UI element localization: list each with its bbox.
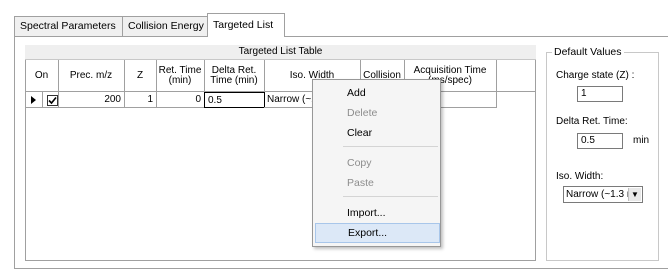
delta-ret-time-cell[interactable]: 0.5: [204, 92, 265, 108]
row-header[interactable]: [25, 92, 43, 108]
row-pointer-icon: [31, 96, 36, 104]
menu-item-paste[interactable]: Paste: [315, 173, 440, 193]
chevron-down-icon[interactable]: ▼: [628, 188, 641, 201]
menu-separator: [343, 196, 438, 197]
table-title: Targeted List Table: [25, 45, 536, 60]
menu-item-copy[interactable]: Copy: [315, 153, 440, 173]
column-divider[interactable]: [496, 60, 497, 91]
on-checkbox[interactable]: [47, 95, 58, 106]
column-header-delta-ret-time[interactable]: Delta Ret. Time (min): [204, 60, 264, 91]
menu-item-import[interactable]: Import...: [315, 203, 440, 223]
iso-width-label: Iso. Width:: [556, 171, 604, 182]
default-values-title: Default Values: [552, 45, 624, 59]
delta-ret-time-label: Delta Ret. Time:: [556, 116, 628, 127]
charge-state-input[interactable]: 1: [577, 86, 623, 102]
checkmark-icon: [48, 96, 57, 105]
column-header-prec-mz[interactable]: Prec. m/z: [58, 60, 124, 91]
column-header-z[interactable]: Z: [124, 60, 156, 91]
iso-width-dropdown[interactable]: Narrow (~1.3 m ▼: [563, 186, 643, 203]
prec-mz-cell[interactable]: 200: [58, 92, 125, 108]
tab-targeted-list[interactable]: Targeted List: [207, 13, 285, 37]
default-values-group: [546, 52, 659, 261]
delta-ret-time-input[interactable]: 0.5: [577, 133, 623, 149]
charge-state-label: Charge state (Z) :: [556, 70, 635, 81]
menu-item-delete[interactable]: Delete: [315, 103, 440, 123]
menu-item-export[interactable]: Export...: [315, 223, 440, 243]
menu-separator: [343, 146, 438, 147]
iso-width-selected: Narrow (~1.3 m: [566, 189, 636, 200]
context-menu: Add Delete Clear Copy Paste Import... Ex…: [312, 79, 441, 247]
menu-item-clear[interactable]: Clear: [315, 123, 440, 143]
tab-strip: Spectral Parameters Collision Energy Tar…: [14, 13, 668, 37]
tab-collision-energy[interactable]: Collision Energy: [122, 16, 208, 36]
menu-item-add[interactable]: Add: [315, 83, 440, 103]
tab-spectral-parameters[interactable]: Spectral Parameters: [14, 16, 123, 36]
delta-ret-time-unit: min: [633, 135, 650, 146]
column-header-on[interactable]: On: [25, 60, 58, 91]
column-header-ret-time[interactable]: Ret. Time (min): [156, 60, 204, 91]
ret-time-cell[interactable]: 0: [156, 92, 205, 108]
z-cell[interactable]: 1: [124, 92, 157, 108]
